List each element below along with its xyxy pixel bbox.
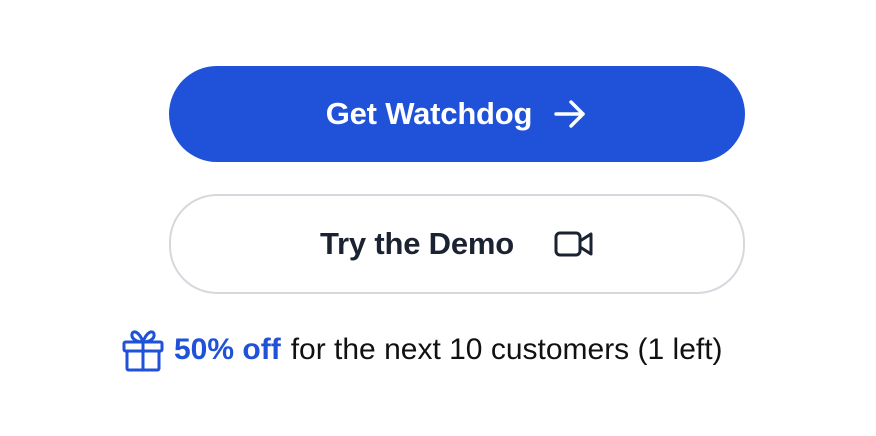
promo-banner: 50% off for the next 10 customers (1 lef… (120, 326, 723, 374)
video-camera-icon (554, 229, 594, 259)
arrow-right-icon (552, 96, 588, 132)
promo-discount: 50% off (174, 333, 281, 366)
try-demo-button[interactable]: Try the Demo (169, 194, 745, 294)
get-watchdog-label: Get Watchdog (325, 96, 533, 131)
gift-icon (120, 327, 166, 373)
get-watchdog-button[interactable]: Get Watchdog (169, 66, 745, 162)
try-demo-label: Try the Demo (320, 226, 514, 261)
promo-text: for the next 10 customers (1 left) (290, 333, 723, 366)
